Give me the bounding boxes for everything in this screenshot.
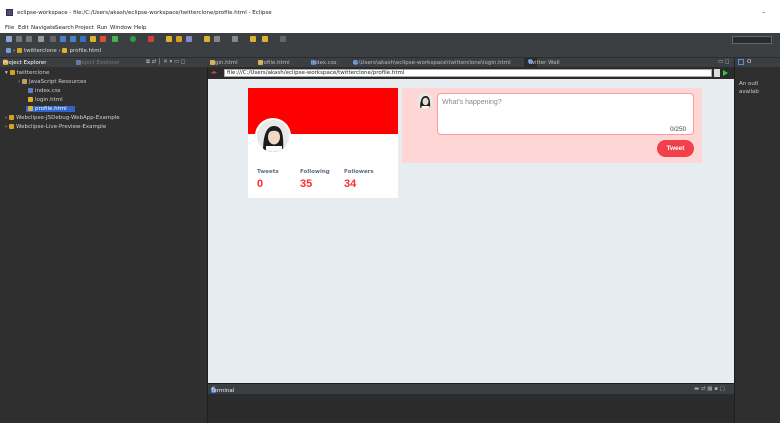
menu-file[interactable]: File (5, 25, 14, 31)
new-icon[interactable] (6, 36, 12, 42)
html-file-icon (28, 106, 33, 111)
browser-viewport: Tweets Following Followers 0 35 34 What'… (208, 79, 734, 383)
menu-run[interactable]: Run (97, 25, 108, 31)
stat-value-followers[interactable]: 34 (344, 178, 356, 190)
main-toolbar (0, 33, 780, 46)
browser-address-bar: ◂▸ file:///C:/Users/akash/eclipse-worksp… (208, 68, 734, 78)
new-folder-icon[interactable] (166, 36, 172, 42)
breadcrumb: › twitterclone › profile.html (6, 48, 101, 54)
menu-help[interactable]: Help (134, 25, 147, 31)
project-explorer-tabs: Project Explorer ✕ Project Explorer ⧉ ⇄ … (0, 58, 208, 67)
outline-icon (738, 59, 744, 65)
terminal-toolbar[interactable]: ▬ ⇄ ▦ ▪ ▢ (694, 386, 725, 392)
project-icon (8, 115, 14, 120)
tree-item-jsdebug-example[interactable]: › Webclipse-JSDebug-WebApp-Example (5, 115, 120, 121)
window-title: eclipse-workspace - file:/C:/Users/akash… (17, 10, 272, 16)
minimize-button[interactable]: – (762, 8, 766, 16)
profile-card: Tweets Following Followers 0 35 34 (248, 88, 398, 198)
breadcrumb-project[interactable]: twitterclone (24, 48, 57, 54)
terminal-icon[interactable] (60, 36, 66, 42)
outline-tab[interactable]: O (735, 58, 780, 67)
breadcrumb-file[interactable]: profile.html (69, 48, 101, 54)
quick-access-input[interactable] (732, 36, 772, 44)
tree-item-profile-html[interactable]: profile.html (26, 106, 75, 112)
profile-avatar[interactable] (255, 118, 291, 154)
search-icon[interactable] (186, 36, 192, 42)
tweet-button[interactable]: Tweet (657, 140, 694, 157)
browser-icon[interactable] (70, 36, 76, 42)
settings-icon[interactable] (38, 36, 44, 42)
folder-icon[interactable] (90, 36, 96, 42)
menu-window[interactable]: Window (110, 25, 132, 31)
debug-icon[interactable] (112, 36, 118, 42)
tweet-textarea[interactable]: What's happening? (437, 93, 694, 135)
stat-value-tweets[interactable]: 0 (257, 178, 263, 190)
menu-edit[interactable]: Edit (18, 25, 29, 31)
open-type-icon[interactable] (176, 36, 182, 42)
url-dropdown-icon[interactable] (714, 69, 720, 77)
tab-twitter-wall[interactable]: Twitter Wall ✕ (524, 58, 560, 67)
stat-label-tweets: Tweets (257, 169, 279, 175)
last-edit-icon[interactable] (250, 36, 256, 42)
tab-terminal[interactable]: Terminal ✕ (211, 386, 234, 394)
save-icon[interactable] (16, 36, 22, 42)
project-icon (9, 70, 15, 75)
project-icon (16, 48, 22, 53)
outline-panel: O An outl availab (734, 58, 780, 423)
terminal-panel: Terminal ✕ ▬ ⇄ ▦ ▪ ▢ (208, 383, 734, 423)
url-field[interactable]: file:///C:/Users/akash/eclipse-workspace… (224, 69, 712, 77)
view-toolbar[interactable]: ⧉ ⇄ │ ✕ ▾ ▭ ◻ (146, 59, 185, 66)
tree-item-login-html[interactable]: login.html (28, 97, 63, 103)
window-icon[interactable] (50, 36, 56, 42)
tree-item-live-preview-example[interactable]: › Webclipse-Live-Preview-Example (5, 124, 106, 130)
char-counter: 0/250 (670, 126, 687, 133)
workspace-icon (6, 48, 11, 53)
annotation-icon[interactable] (214, 36, 220, 42)
compose-avatar (417, 93, 433, 109)
bookmark-icon[interactable] (100, 36, 106, 42)
stat-value-following[interactable]: 35 (300, 178, 312, 190)
run-icon[interactable] (130, 36, 136, 42)
breadcrumb-bar: › twitterclone › profile.html (0, 46, 780, 57)
html-file-icon (62, 48, 68, 53)
save-all-icon[interactable] (26, 36, 32, 42)
stat-label-following: Following (300, 169, 330, 175)
menu-search[interactable]: Search (55, 25, 74, 31)
terminal-tab-bar: Terminal ✕ ▬ ⇄ ▦ ▪ ▢ (208, 384, 734, 394)
forward-icon[interactable] (280, 36, 286, 42)
external-tools-icon[interactable] (148, 36, 154, 42)
project-explorer-panel: Project Explorer ✕ Project Explorer ⧉ ⇄ … (0, 58, 208, 423)
outline-message: An outl availab (739, 81, 759, 95)
css-file-icon (28, 88, 33, 93)
back-nav-icon[interactable]: ◂▸ (211, 69, 217, 76)
editor-area: login.html profile.html index.css C:\Use… (208, 58, 734, 383)
maximize-icon[interactable]: ▭ ◻ (718, 59, 730, 65)
menu-navigate[interactable]: Navigate (31, 25, 56, 31)
tree-item-javascript-resources[interactable]: › JavaScript Resources (18, 79, 86, 85)
eclipse-app-icon (6, 9, 13, 16)
html-file-icon (28, 97, 33, 102)
tree-item-twitterclone[interactable]: ▾ twitterclone (5, 70, 49, 76)
task-icon[interactable] (204, 36, 210, 42)
tab-project-explorer[interactable]: Project Explorer ✕ (3, 59, 46, 66)
js-resources-icon (21, 79, 27, 84)
menu-project[interactable]: Project (75, 25, 94, 31)
stat-label-followers: Followers (344, 169, 374, 175)
tree-item-index-css[interactable]: index.css (28, 88, 61, 94)
go-icon[interactable] (723, 70, 728, 76)
editor-tabs: login.html profile.html index.css C:\Use… (208, 58, 734, 67)
menu-bar: File Edit Navigate Search Project Run Wi… (0, 24, 780, 33)
next-annotation-icon[interactable] (232, 36, 238, 42)
back-icon[interactable] (262, 36, 268, 42)
project-icon (8, 124, 14, 129)
window-title-bar: eclipse-workspace - file:/C:/Users/akash… (0, 0, 780, 24)
compose-tweet-panel: What's happening? 0/250 Tweet (402, 88, 702, 163)
package-icon[interactable] (80, 36, 86, 42)
